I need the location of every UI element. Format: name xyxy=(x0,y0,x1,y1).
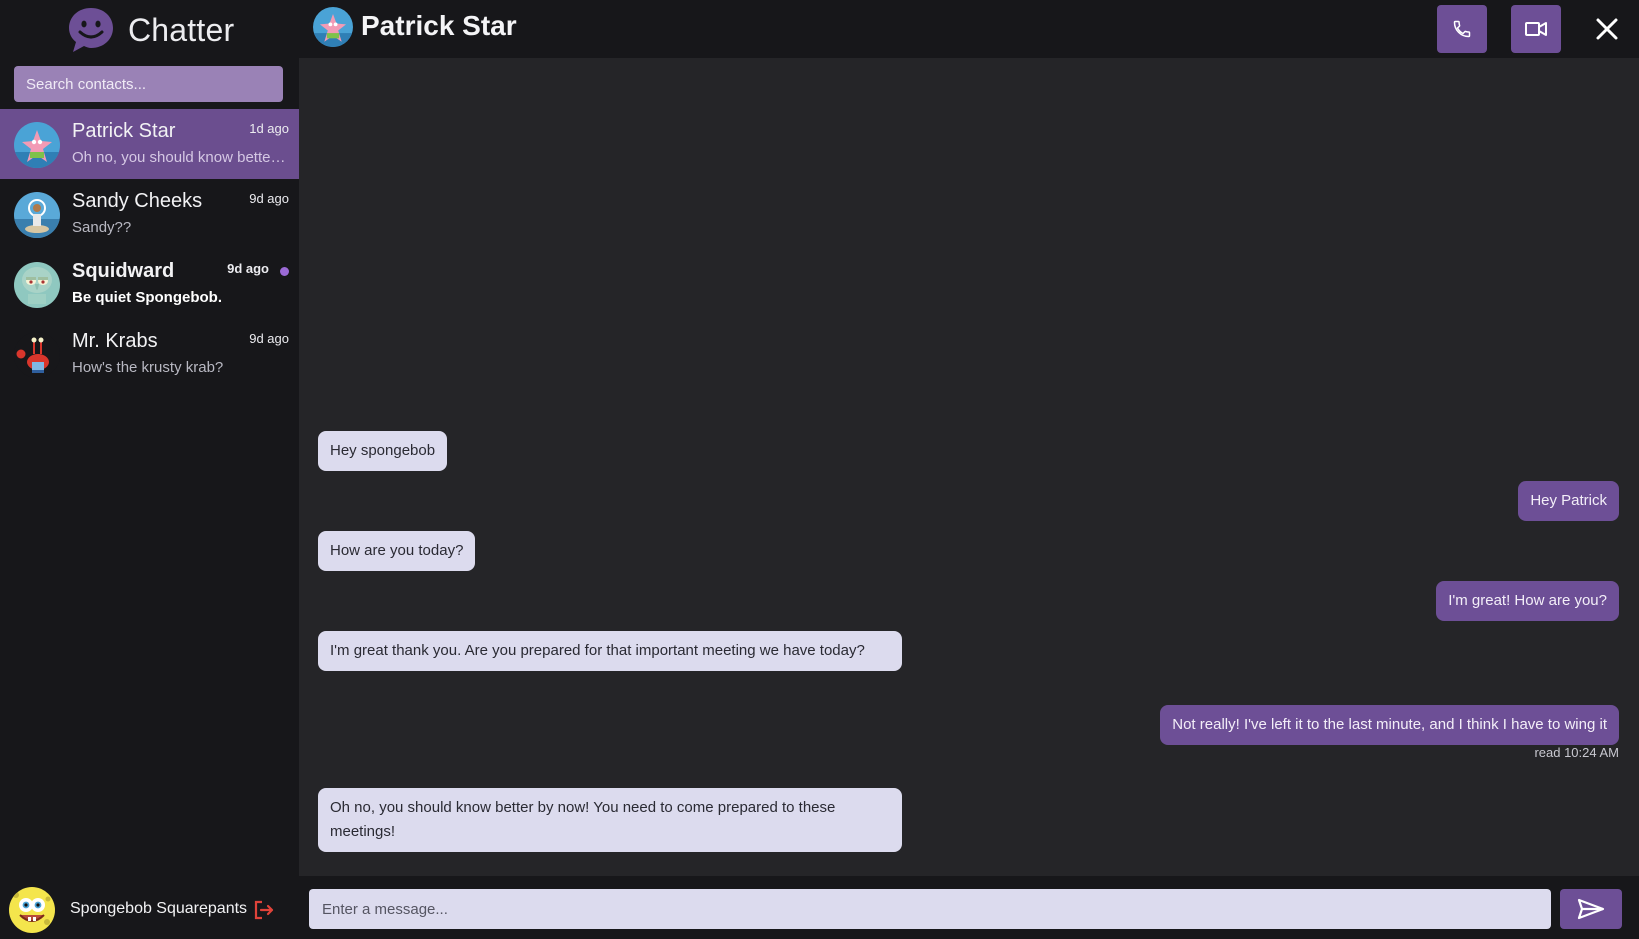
user-avatar xyxy=(9,887,55,933)
contact-item-sandy-cheeks[interactable]: Sandy Cheeks 9d ago Sandy?? xyxy=(0,179,299,249)
message-incoming: I'm great thank you. Are you prepared fo… xyxy=(318,631,902,671)
contact-time: 9d ago xyxy=(249,191,289,206)
message-incoming: Oh no, you should know better by now! Yo… xyxy=(318,788,902,852)
header-avatar xyxy=(313,7,353,47)
contact-preview: Be quiet Spongebob. xyxy=(72,289,222,306)
contact-preview: Oh no, you should know better by now! Yo… xyxy=(72,149,290,166)
video-camera-icon xyxy=(1525,22,1547,36)
search-input[interactable] xyxy=(14,66,283,102)
close-icon xyxy=(1596,18,1618,40)
avatar xyxy=(14,192,60,238)
send-button[interactable] xyxy=(1560,889,1622,929)
contact-name: Squidward xyxy=(72,260,175,282)
contact-list: Patrick Star 1d ago Oh no, you should kn… xyxy=(0,109,299,389)
chat-header: Patrick Star xyxy=(299,0,1639,58)
contact-time: 1d ago xyxy=(249,121,289,136)
contact-item-mr-krabs[interactable]: Mr. Krabs 9d ago How's the krusty krab? xyxy=(0,319,299,389)
contact-preview: Sandy?? xyxy=(72,219,132,236)
avatar xyxy=(14,262,60,308)
contact-item-patrick-star[interactable]: Patrick Star 1d ago Oh no, you should kn… xyxy=(0,109,299,179)
video-call-button[interactable] xyxy=(1511,5,1561,53)
message-outgoing: I'm great! How are you? xyxy=(1436,581,1619,621)
contact-time: 9d ago xyxy=(249,331,289,346)
message-input[interactable] xyxy=(309,889,1551,929)
contact-time: 9d ago xyxy=(227,261,269,276)
message-incoming: How are you today? xyxy=(318,531,476,571)
user-name: Spongebob Squarepants xyxy=(70,900,248,917)
avatar xyxy=(14,332,60,378)
contact-name: Patrick Star xyxy=(72,120,176,142)
message-area: Hey spongebob Hey Patrick How are you to… xyxy=(299,58,1639,876)
current-user: Spongebob Squarepants xyxy=(0,879,299,939)
close-button[interactable] xyxy=(1589,11,1625,47)
message-outgoing: Hey Patrick xyxy=(1518,481,1619,521)
chat-title: Patrick Star xyxy=(361,10,517,41)
brand: Chatter xyxy=(66,5,234,55)
message-incoming: Hey spongebob xyxy=(318,431,448,471)
phone-icon xyxy=(1453,20,1471,38)
contact-name: Sandy Cheeks xyxy=(72,190,203,212)
sidebar: Chatter Patrick Star 1d ago Oh no, you s… xyxy=(0,0,299,939)
contact-item-squidward[interactable]: Squidward 9d ago Be quiet Spongebob. xyxy=(0,249,299,319)
logout-icon[interactable] xyxy=(253,899,275,921)
contact-preview: How's the krusty krab? xyxy=(72,359,224,376)
app-name: Chatter xyxy=(128,11,235,48)
unread-indicator xyxy=(280,267,289,276)
avatar xyxy=(14,122,60,168)
contact-name: Mr. Krabs xyxy=(72,330,158,352)
send-icon xyxy=(1577,898,1605,920)
chat-bubble-smile-icon xyxy=(69,8,113,52)
message-outgoing: Not really! I've left it to the last min… xyxy=(1160,705,1619,745)
call-button[interactable] xyxy=(1437,5,1487,53)
read-receipt: read 10:24 AM xyxy=(1534,745,1619,760)
composer xyxy=(299,876,1639,939)
